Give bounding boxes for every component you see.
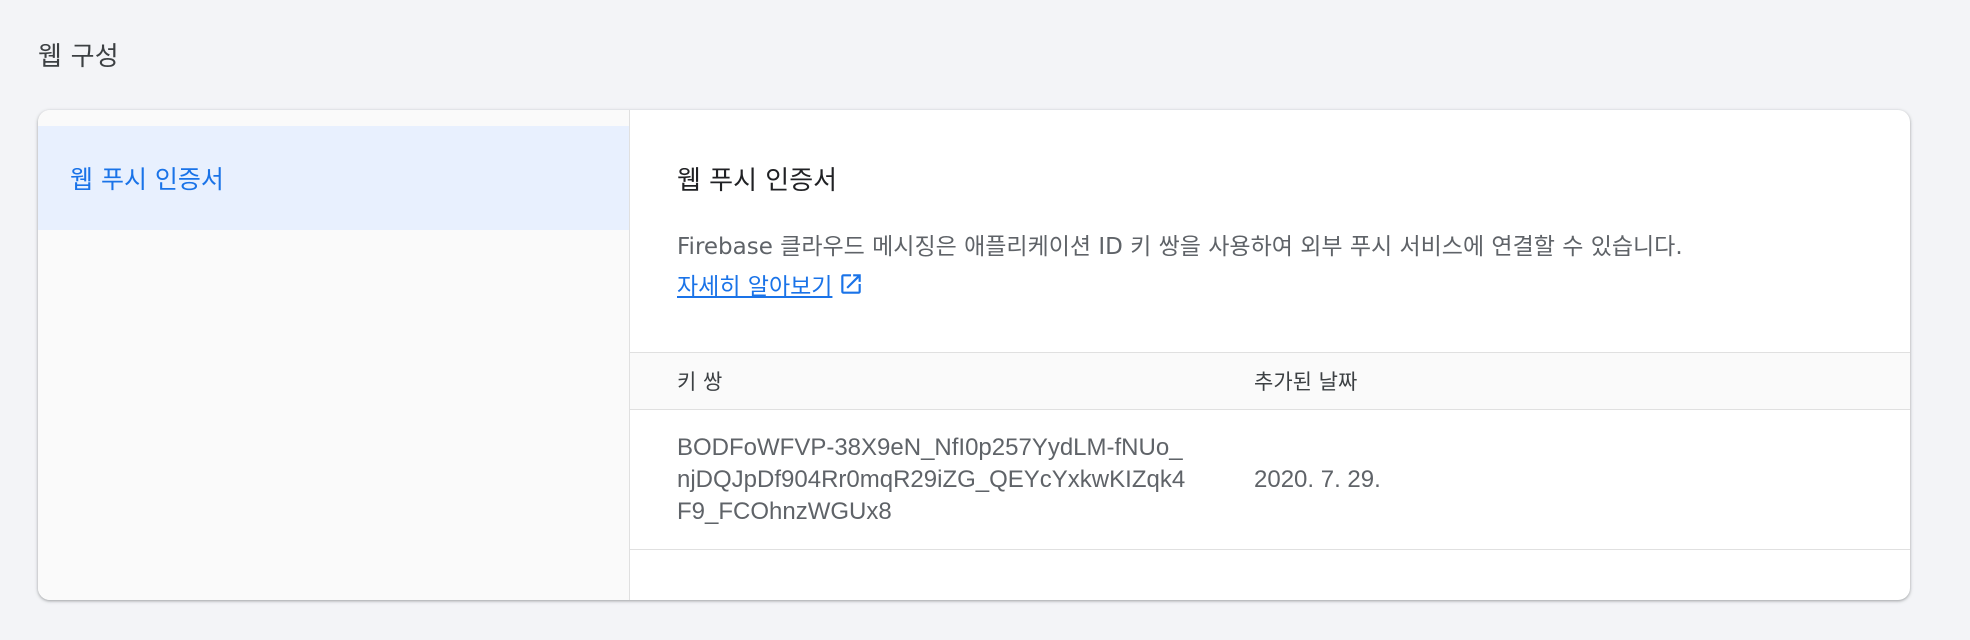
learn-more-label: 자세히 알아보기 — [677, 274, 833, 300]
column-header-date-added: 추가된 날짜 — [1254, 370, 1358, 394]
open-in-new-icon — [838, 271, 864, 297]
date-added-value: 2020. 7. 29. — [1254, 465, 1381, 493]
learn-more-link[interactable]: 자세히 알아보기 — [677, 267, 864, 301]
table-header: 키 쌍 추가된 날짜 — [630, 352, 1910, 410]
section-title: 웹 구성 — [38, 42, 119, 72]
page: 웹 구성 웹 푸시 인증서 웹 푸시 인증서 Firebase 클라우드 메시징… — [0, 0, 1970, 640]
content-title: 웹 푸시 인증서 — [677, 166, 838, 196]
column-header-key-pair: 키 쌍 — [677, 370, 723, 394]
table-row: BODFoWFVP-38X9eN_NfI0p257YydLM-fNUo_njDQ… — [630, 410, 1910, 550]
key-pair-table: 키 쌍 추가된 날짜 BODFoWFVP-38X9eN_NfI0p257YydL… — [630, 352, 1910, 550]
sidebar-item-web-push-certificates[interactable]: 웹 푸시 인증서 — [38, 126, 629, 230]
content-panel: 웹 푸시 인증서 Firebase 클라우드 메시징은 애플리케이션 ID 키 … — [630, 110, 1910, 600]
content-description: Firebase 클라우드 메시징은 애플리케이션 ID 키 쌍을 사용하여 외… — [677, 234, 1683, 260]
sidebar-item-label: 웹 푸시 인증서 — [70, 165, 224, 194]
sidebar: 웹 푸시 인증서 — [38, 110, 630, 600]
settings-card: 웹 푸시 인증서 웹 푸시 인증서 Firebase 클라우드 메시징은 애플리… — [38, 110, 1910, 600]
key-pair-value[interactable]: BODFoWFVP-38X9eN_NfI0p257YydLM-fNUo_njDQ… — [630, 432, 1207, 528]
